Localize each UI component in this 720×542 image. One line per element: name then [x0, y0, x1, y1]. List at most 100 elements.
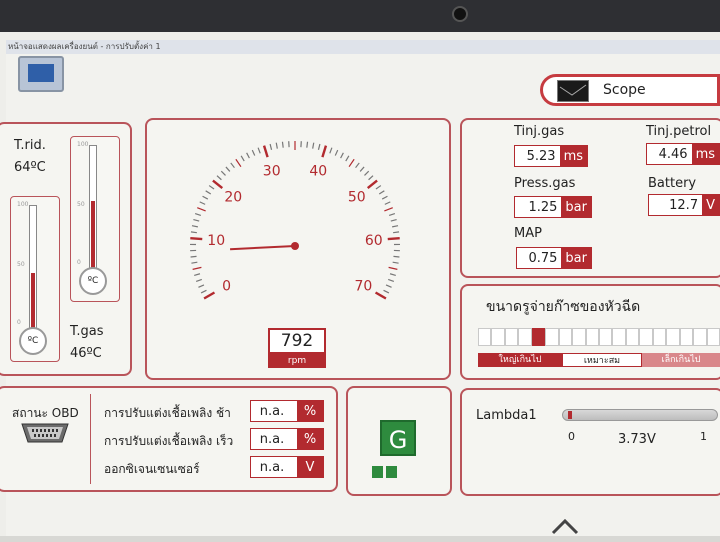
map-label: MAP	[514, 226, 542, 241]
gauge-tick	[191, 225, 198, 228]
gauge-tick	[329, 147, 333, 154]
tinj-petrol-label: Tinj.petrol	[646, 124, 712, 139]
gauge-tick	[194, 273, 201, 277]
t-rid-tick-0: 0	[17, 319, 21, 326]
fuel-trim-fast-label: การปรับแต่งเชื้อเพลิง เร็ว	[104, 434, 234, 448]
lambda-label: Lambda1	[476, 408, 537, 423]
gauge-tick	[381, 195, 388, 200]
scope-button[interactable]: Scope	[540, 74, 720, 106]
obd-connector-icon	[20, 422, 70, 448]
fuel-trim-slow-label: การปรับแต่งเชื้อเพลิง ช้า	[104, 406, 231, 420]
gauge-tick	[195, 278, 203, 282]
gauge-tick	[197, 207, 206, 212]
gauge-tick	[364, 170, 370, 176]
lambda-value: 3.73V	[618, 432, 656, 447]
gauge-scale-label: 70	[355, 279, 373, 295]
t-gas-thermometer: 100 50 0 ºC	[70, 136, 120, 302]
oxygen-sensor-label: ออกซิเจนเซนเซอร์	[104, 462, 200, 476]
gauge-tick	[393, 255, 400, 258]
gauge-scale-label: 50	[348, 190, 366, 206]
gauge-tick	[388, 212, 396, 216]
monitor-icon[interactable]	[18, 56, 64, 92]
gauge-tick	[262, 145, 269, 158]
gauge-tick	[205, 190, 212, 195]
gauge-tick	[340, 152, 344, 159]
tinj-gas-value: 5.23	[526, 148, 556, 164]
oxygen-sensor-value: n.a.	[259, 459, 285, 475]
gauge-tick	[190, 236, 203, 241]
gauge-tick	[366, 179, 378, 189]
lambda-min: 0	[568, 430, 575, 443]
fuel-trim-fast-unit: %	[297, 429, 323, 449]
gauge-tick	[321, 145, 328, 158]
t-rid-bulb: ºC	[19, 327, 47, 355]
t-gas-tube	[89, 145, 97, 269]
gauge-tick	[375, 185, 382, 190]
t-gas-fill	[91, 200, 95, 268]
lambda-bar-left-cap	[568, 411, 572, 419]
nozzle-scale-segment	[545, 328, 559, 346]
nozzle-scale-segment	[612, 328, 626, 346]
nozzle-scale-segment	[679, 328, 694, 346]
app-logo-icon	[551, 518, 579, 535]
nozzle-scale-segment	[585, 328, 599, 346]
gauge-tick	[306, 141, 309, 148]
t-rid-tick-100: 100	[17, 201, 29, 208]
gauge-tick	[235, 158, 242, 168]
tinj-gas-label: Tinj.gas	[514, 124, 565, 139]
lambda-bar	[562, 409, 718, 421]
nozzle-scale-segment	[518, 328, 532, 346]
t-rid-fill	[31, 273, 35, 328]
nozzle-scale-segment	[504, 328, 519, 346]
t-gas-value: 46ºC	[70, 346, 102, 361]
t-rid-label: T.rid.	[14, 138, 46, 153]
nozzle-scale-segment	[558, 328, 573, 346]
gas-mode-icon[interactable]: G	[380, 420, 416, 456]
gauge-tick	[194, 212, 202, 216]
gauge-tick	[393, 231, 400, 234]
gauge-tick	[225, 166, 231, 172]
gauge-tick	[390, 219, 397, 222]
nozzle-scale-segment	[666, 328, 680, 346]
t-rid-tube	[29, 205, 37, 329]
legend-too-small: เล็กเกินไป	[642, 353, 720, 367]
gauge-tick	[368, 175, 374, 181]
gauge-tick	[246, 152, 250, 159]
press-gas-unit: bar	[561, 197, 591, 217]
tinj-gas-field: 5.23 ms	[514, 145, 588, 167]
t-gas-tick-100: 100	[77, 141, 89, 148]
gauge-tick	[388, 266, 398, 270]
gauge-tick	[216, 175, 222, 181]
fuel-trim-fast-value: n.a.	[259, 431, 285, 447]
t-gas-label: T.gas	[70, 324, 104, 339]
t-rid-tick-50: 50	[17, 261, 25, 268]
gauge-tick	[190, 255, 197, 258]
gauge-tick	[275, 142, 278, 149]
t-rid-bulb-unit: ºC	[27, 336, 39, 346]
gauge-scale-label: 0	[222, 279, 231, 295]
rpm-value: 792	[280, 331, 314, 351]
gauge-tick	[384, 207, 393, 212]
battery-label: Battery	[648, 176, 697, 191]
rpm-readout: 792	[268, 328, 326, 354]
webcam	[452, 6, 468, 22]
t-gas-bulb: ºC	[79, 267, 107, 295]
gauge-tick	[374, 291, 387, 300]
gauge-scale-label: 40	[309, 164, 327, 180]
gauge-tick	[251, 149, 256, 156]
lambda-panel: Lambda1 0 3.73V 1	[460, 388, 720, 496]
tinj-petrol-field: 4.46 ms	[646, 143, 720, 165]
gauge-tick	[193, 219, 200, 222]
nozzle-scale-segment	[491, 328, 505, 346]
t-rid-thermometer: 100 50 0 ºC	[10, 196, 60, 362]
gauge-tick	[200, 289, 207, 294]
legend-suitable: เหมาะสม	[562, 353, 642, 367]
gauge-tick	[192, 266, 202, 270]
gauge-tick	[317, 143, 321, 150]
nozzle-scale-marker	[531, 328, 546, 346]
t-gas-tick-0: 0	[77, 259, 81, 266]
scope-icon	[557, 80, 589, 102]
nozzle-scale-segment	[625, 328, 640, 346]
rpm-unit-tab: rpm	[268, 354, 326, 368]
tinj-petrol-unit: ms	[691, 144, 719, 164]
